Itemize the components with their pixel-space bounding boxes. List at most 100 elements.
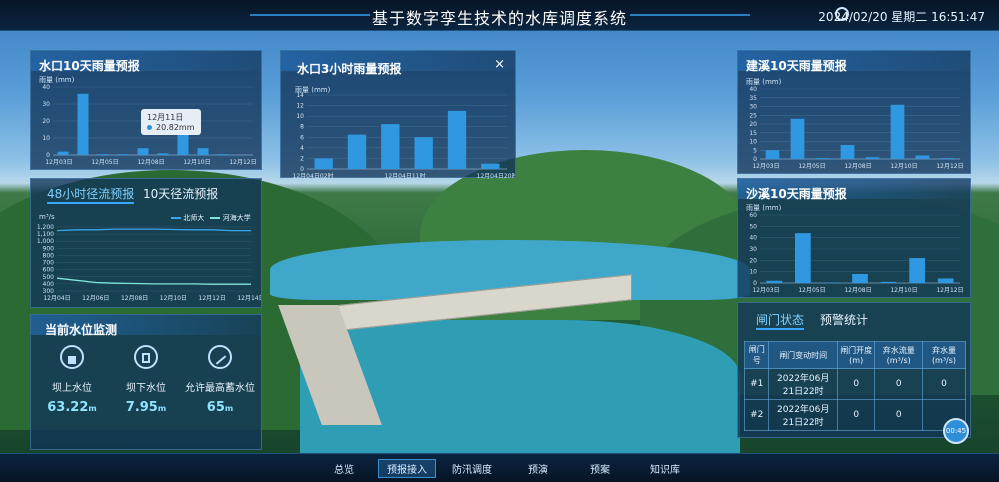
timer-badge[interactable]: 00:45	[943, 418, 969, 444]
x-tick-label: 12月05日	[798, 163, 825, 170]
x-tick-label: 12月10日	[160, 295, 187, 302]
x-tick-label: 12月03日	[45, 159, 72, 166]
y-tick-label: 5	[753, 147, 757, 154]
downstream-level: 坝下水位 7.95m	[111, 345, 181, 415]
tab-alarm-stats[interactable]: 预警统计	[820, 311, 868, 328]
y-tick-label: 60	[749, 212, 757, 219]
tab-10d-runoff[interactable]: 10天径流预报	[143, 185, 218, 202]
bar	[157, 153, 169, 155]
table-row[interactable]: #2 2022年06月21日22时 0 0	[743, 399, 966, 431]
bar	[766, 280, 783, 283]
bar	[414, 137, 433, 169]
nav-forecast-input[interactable]: 预报接入	[378, 459, 436, 478]
y-tick-label: 0	[300, 166, 304, 173]
shaxi-rain-chart[interactable]: 0 10 20 30 40 50 60 12月03日 12月05日 12月08日 12月10日 12月…	[738, 209, 970, 297]
panel-jianxi-rain: 建溪10天雨量预报 雨量 (mm) 0 5 10 15 20 25 30 35 40 12月03日…	[737, 50, 971, 174]
x-tick-label: 12月12日	[936, 163, 963, 170]
downstream-level-icon	[134, 345, 158, 369]
column-header: 闸门开度(m)	[836, 341, 876, 369]
nav-overview[interactable]: 总览	[334, 461, 354, 476]
column-header: 弃水量(m³/s)	[922, 341, 966, 369]
nav-rehearsal[interactable]: 预演	[528, 461, 548, 476]
x-tick-label: 12月04日	[43, 295, 70, 302]
y-tick-label: 1,200	[37, 224, 54, 231]
x-tick-label: 12月12日	[199, 295, 226, 302]
gate-volume: 0	[922, 368, 966, 400]
panel-title: 建溪10天雨量预报	[746, 59, 847, 73]
tooltip-date: 12月11日	[147, 113, 184, 122]
tab-gate-status[interactable]: 闸门状态	[756, 311, 805, 330]
x-tick-label: 12月14日	[237, 295, 261, 302]
y-tick-label: 40	[42, 84, 50, 91]
jianxi-rain-chart[interactable]: 051015202530354012月03日 12月05日 12月08日 12月10日…	[738, 83, 970, 173]
panel-shuikou-rain: 水口10天雨量预报 雨量 (mm) 0 10 20 30 40 12月03日 12月05日 1…	[30, 50, 262, 170]
bar	[381, 124, 400, 169]
bar	[840, 145, 855, 159]
y-tick-label: 30	[749, 246, 757, 253]
y-tick-label: 0	[753, 156, 757, 163]
y-tick-label: 20	[749, 121, 757, 128]
gate-time: 2022年06月21日22时	[768, 368, 838, 400]
y-tick-label: 12	[296, 103, 304, 110]
x-tick-label: 12月10日	[890, 163, 917, 170]
x-tick-label: 12月03日	[752, 163, 779, 170]
tooltip-value: 20.82mm	[156, 123, 195, 132]
gate-no: #2	[743, 399, 770, 431]
y-tick-label: 14	[296, 92, 304, 99]
panel-gate-status: 闸门状态 预警统计 闸门号 闸门变动时间 闸门开度(m) 弃水流量(m³/s) …	[737, 302, 971, 438]
nav-knowledge-base[interactable]: 知识库	[650, 461, 680, 476]
y-tick-label: 25	[749, 112, 757, 119]
bar	[347, 134, 367, 169]
y-tick-label: 300	[43, 288, 55, 295]
bar	[795, 233, 811, 283]
x-tick-label: 12月06日	[82, 295, 109, 302]
bar	[890, 104, 905, 159]
table-header-row: 闸门号 闸门变动时间 闸门开度(m) 弃水流量(m³/s) 弃水量(m³/s)	[743, 341, 966, 369]
panel-shaxi-rain: 沙溪10天雨量预报 雨量 (mm) 0 10 20 30 40 50 60 12月03日 12月…	[737, 178, 971, 298]
bar	[823, 282, 840, 283]
bar	[865, 157, 880, 159]
y-tick-label: 20	[42, 118, 50, 125]
panel-runoff-forecast: 48小时径流预报 10天径流预报 m³/s 北师大 河海大学 300 400 500…	[30, 178, 262, 308]
level-value: 65m	[206, 400, 234, 415]
bar	[880, 281, 897, 283]
gate-open: 0	[836, 368, 876, 400]
nav-flood-dispatch[interactable]: 防汛调度	[452, 461, 492, 476]
bar	[815, 158, 830, 159]
y-tick-label: 400	[43, 281, 55, 288]
y-tick-label: 40	[749, 235, 757, 242]
gate-flow: 0	[874, 368, 923, 400]
gate-no: #1	[743, 368, 770, 400]
table-row[interactable]: #1 2022年06月21日22时 0 0 0	[743, 368, 966, 400]
panel-3h-rain: 水口3小时雨量预报 × 雨量 (mm) 0 2 4 6 8 10 12 14 12月04日02时…	[280, 50, 516, 180]
x-tick-label: 12月08日	[121, 295, 148, 302]
panel-title: 当前水位监测	[45, 323, 118, 337]
level-value: 63.22m	[47, 400, 97, 415]
close-icon[interactable]: ×	[494, 57, 505, 72]
y-tick-label: 2	[300, 155, 304, 162]
y-tick-label: 800	[43, 252, 55, 259]
level-label: 允许最高蓄水位	[185, 383, 255, 394]
column-header: 弃水流量(m³/s)	[874, 341, 923, 369]
3h-rain-chart[interactable]: 0 2 4 6 8 10 12 14 12月04日02时 12月04日11时 12月04日20时	[281, 91, 515, 183]
legend-line-icon	[171, 217, 181, 219]
tab-48h-runoff[interactable]: 48小时径流预报	[47, 185, 135, 204]
series-dot-icon	[147, 125, 152, 130]
y-tick-label: 700	[43, 260, 55, 267]
level-value: 7.95m	[125, 400, 167, 415]
x-tick-label: 12月04日11时	[385, 172, 426, 180]
y-tick-label: 1,100	[37, 231, 54, 238]
bar	[117, 154, 129, 155]
bar	[447, 110, 467, 169]
y-tick-label: 35	[749, 95, 757, 102]
runoff-chart[interactable]: 3004005006007008009001,0001,1001,200 12月0…	[31, 221, 261, 307]
top-bar: 基于数字孪生技术的水库调度系统 2024/02/20 星期二 16:51:47	[0, 0, 999, 31]
x-tick-label: 12月08日	[844, 163, 871, 170]
nav-plan[interactable]: 预案	[590, 461, 610, 476]
gate-open: 0	[836, 399, 876, 431]
max-level-icon	[208, 345, 232, 369]
x-tick-label: 12月12日	[936, 287, 963, 294]
bar	[937, 278, 954, 283]
y-tick-label: 10	[296, 113, 304, 120]
bar	[852, 273, 868, 283]
